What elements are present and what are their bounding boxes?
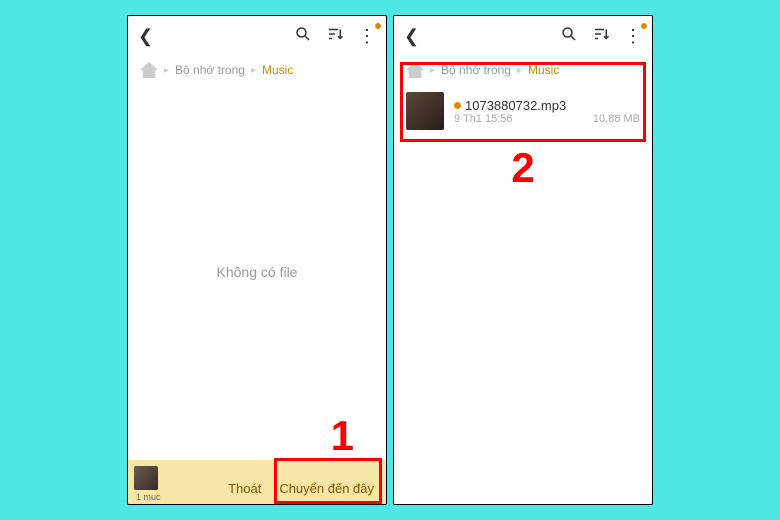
highlight-box [400, 62, 646, 142]
back-icon[interactable]: ❮ [138, 26, 153, 46]
back-icon[interactable]: ❮ [404, 26, 419, 46]
home-icon[interactable] [140, 62, 158, 78]
chevron-right-icon: ▸ [251, 65, 256, 76]
sort-icon[interactable] [592, 25, 610, 48]
exit-button[interactable]: Thoát [228, 481, 261, 496]
phone-screen-2: ❮ ⋮ ▸ Bộ nhớ trong ▸ Music 1073880732.mp… [393, 15, 653, 505]
top-bar: ❮ ⋮ [128, 16, 386, 56]
selected-thumbnail[interactable] [134, 466, 158, 490]
chevron-right-icon: ▸ [164, 65, 169, 76]
more-options-icon[interactable]: ⋮ [624, 26, 642, 47]
step-number-2: 2 [511, 144, 534, 192]
step-number-1: 1 [331, 412, 354, 460]
search-icon[interactable] [294, 25, 312, 48]
search-icon[interactable] [560, 25, 578, 48]
phone-screen-1: ❮ ⋮ ▸ Bộ nhớ trong ▸ Music Không có file… [127, 15, 387, 505]
sort-icon[interactable] [326, 25, 344, 48]
selection-count: 1 muc [136, 492, 161, 502]
breadcrumb-storage[interactable]: Bộ nhớ trong [175, 63, 245, 77]
more-options-icon[interactable]: ⋮ [358, 26, 376, 47]
notification-dot [641, 23, 647, 29]
breadcrumb: ▸ Bộ nhớ trong ▸ Music [128, 56, 386, 84]
highlight-box [274, 458, 382, 504]
top-bar: ❮ ⋮ [394, 16, 652, 56]
notification-dot [375, 23, 381, 29]
breadcrumb-current[interactable]: Music [262, 63, 293, 77]
empty-state-text: Không có file [128, 84, 386, 460]
